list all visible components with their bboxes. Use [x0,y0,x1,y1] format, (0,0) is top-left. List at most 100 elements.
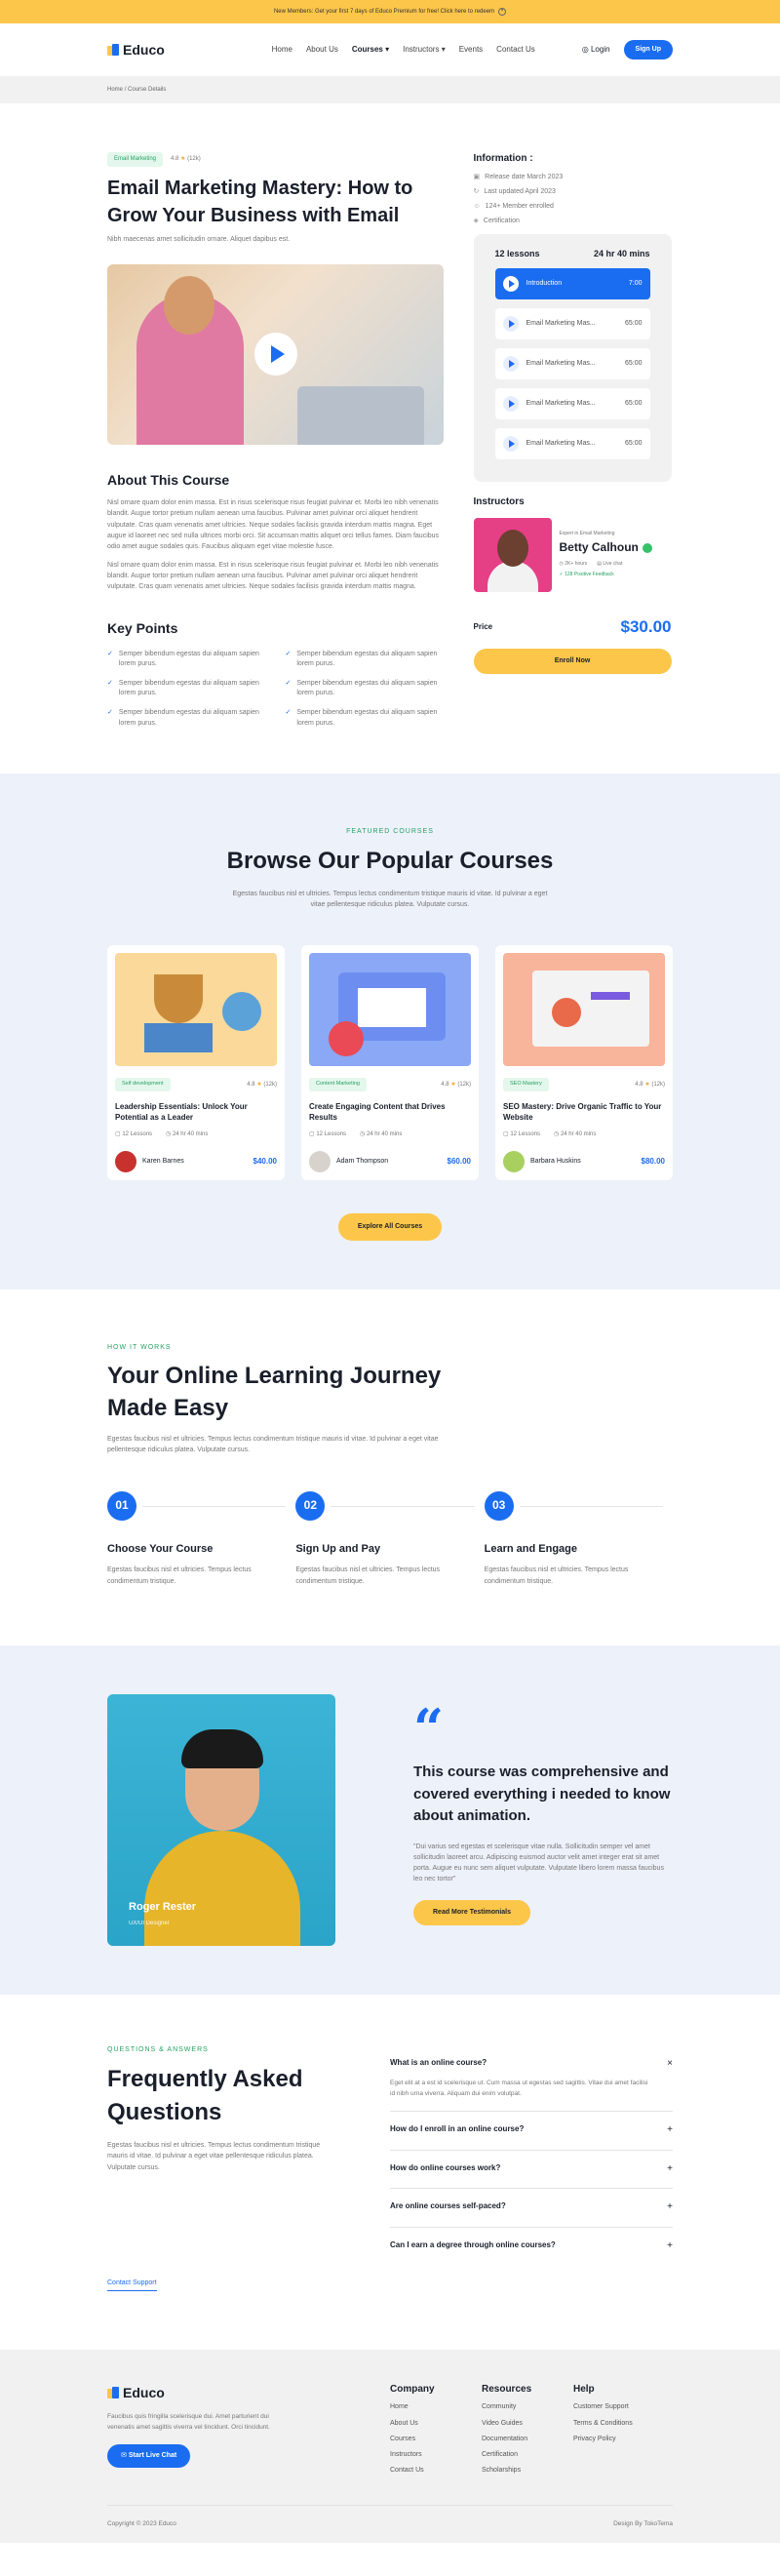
lesson-item[interactable]: Introduction 7:00 [494,268,650,300]
info-release-date: ▣ Release date March 2023 [474,173,672,182]
course-category-tag[interactable]: Email Marketing [107,152,164,167]
refresh-icon: ↻ [473,187,480,195]
footer-link[interactable]: Video Guides [482,2419,573,2429]
enroll-button[interactable]: Enroll Now [473,649,672,675]
faq-item[interactable]: How do I enroll in an online course? + [390,2112,673,2151]
nav-home[interactable]: Home [272,44,292,56]
testimonial-name: Roger Rester [129,1901,197,1914]
faq-item[interactable]: Are online courses self-paced? + [390,2189,673,2228]
section-eyebrow: FEATURED COURSES [346,827,434,835]
section-description: Egestas faucibus nisl et ultricies. Temp… [107,1436,439,1454]
play-icon [502,436,519,453]
instructor-section: Instructors Expert in Email Marketing Be… [473,495,672,592]
step-number: 03 [484,1490,514,1521]
login-link[interactable]: ◎ Login [582,44,610,56]
play-icon [502,396,519,413]
lesson-item[interactable]: Email Marketing Mas... 65:00 [494,348,650,380]
course-card-tag[interactable]: Content Marketing [309,1078,367,1092]
about-heading: About This Course [107,471,230,488]
course-video[interactable] [107,263,444,445]
video-thumbnail-laptop [297,385,424,445]
price-value: $30.00 [620,616,672,636]
course-card-price: $40.00 [253,1157,277,1167]
play-icon [502,356,519,373]
keypoint-item: ✓ Semper bibendum egestas dui aliquam sap… [107,708,266,728]
course-card-title[interactable]: SEO Mastery: Drive Organic Traffic to Yo… [503,1101,665,1123]
logo-text: Educo [123,2384,165,2400]
footer-link[interactable]: About Us [390,2419,482,2429]
step-description: Egestas faucibus nisl et ultricies. Temp… [295,1566,441,1585]
play-button[interactable] [254,333,297,376]
course-card-duration: ◷ 24 hr 40 mins [554,1131,597,1138]
plus-icon[interactable]: + [667,2200,673,2215]
plus-icon[interactable]: + [667,2162,673,2177]
design-credit[interactable]: Design By TokoTema [613,2519,673,2528]
nav-about[interactable]: About Us [306,44,338,56]
footer-link[interactable]: Contact Us [390,2466,482,2476]
keypoint-item: ✓ Semper bibendum egestas dui aliquam sap… [107,650,266,669]
nav-contact[interactable]: Contact Us [496,44,535,56]
plus-icon[interactable]: + [667,2239,673,2254]
footer-description: Faucibus quis fringilla scelerisque dui.… [107,2413,270,2431]
signup-button[interactable]: Sign Up [623,39,673,60]
course-information: Information : ▣ Release date March 2023 ↻… [474,152,672,226]
course-card-tag[interactable]: Self development [115,1078,171,1092]
plus-icon[interactable]: + [667,2123,673,2138]
footer-link[interactable]: Customer Support [573,2402,665,2412]
book-icon: ▢ [309,1131,315,1138]
contact-support-link[interactable]: Contact Support [107,2279,157,2291]
testimonial-quote: This course was comprehensive and covere… [413,1764,671,1825]
footer-link[interactable]: Community [482,2402,573,2412]
faq-item[interactable]: How do online courses work? + [390,2151,673,2190]
footer-link[interactable]: Documentation [482,2435,573,2444]
nav-instructors[interactable]: Instructors ▾ [403,44,446,56]
instructor-card[interactable]: Expert in Email Marketing Betty Calhoun … [473,517,672,592]
live-chat-button[interactable]: ✉ Start Live Chat [107,2443,191,2469]
footer-link[interactable]: Privacy Policy [573,2435,665,2444]
instructor-photo [473,517,552,592]
course-card[interactable]: Self development 4.8 ★ (12k) Leadership E… [107,945,285,1181]
announcement-text[interactable]: New Members: Get your first 7 days of Ed… [274,8,494,17]
nav-courses[interactable]: Courses ▾ [352,44,389,56]
footer-link[interactable]: Terms & Conditions [573,2419,665,2429]
info-last-updated: ↻ Last updated April 2023 [474,187,672,197]
footer-link[interactable]: Scholarships [482,2466,573,2476]
footer-link[interactable]: Instructors [390,2450,482,2460]
faq-section: QUESTIONS & ANSWERS Frequently Asked Que… [0,1995,780,2350]
footer-link[interactable]: Certification [482,2450,573,2460]
course-card[interactable]: Content Marketing 4.8 ★ (12k) Create Enga… [301,945,479,1181]
course-card-title[interactable]: Create Engaging Content that Drives Resu… [309,1101,471,1123]
explore-courses-button[interactable]: Explore All Courses [337,1213,443,1242]
price-row: Price $30.00 [474,615,672,640]
lessons-panel: 12 lessons 24 hr 40 mins Introduction 7:00… [473,234,672,483]
author-avatar [503,1151,525,1173]
instructor-chat[interactable]: ▤ Live chat [597,561,622,568]
step-title: Choose Your Course [107,1542,214,1555]
read-more-testimonials-button[interactable]: Read More Testimonials [413,1900,531,1926]
course-card-author: Adam Thompson [336,1158,389,1166]
footer-link[interactable]: Courses [390,2435,482,2444]
check-icon: ✓ [285,680,292,688]
section-title: Frequently Asked Questions [107,2066,303,2125]
nav-events[interactable]: Events [459,44,483,56]
instructor-name: Betty Calhoun [559,540,639,555]
lesson-item[interactable]: Email Marketing Mas... 65:00 [494,308,650,340]
lesson-item[interactable]: Email Marketing Mas... 65:00 [494,428,650,460]
users-icon: ☺ [473,202,481,210]
check-icon: ✓ [107,680,113,688]
close-icon[interactable]: × [498,8,507,16]
footer-logo[interactable]: Educo [107,2383,390,2402]
star-icon: ★ [180,156,186,162]
breadcrumb-home[interactable]: Home [107,87,123,93]
logo[interactable]: Educo [107,40,165,59]
footer-link[interactable]: Home [390,2402,482,2412]
course-card[interactable]: SEO Mastery 4.8 ★ (12k) SEO Mastery: Driv… [495,945,673,1181]
instructor-expertise: Expert in Email Marketing [559,531,615,537]
faq-item[interactable]: Can I earn a degree through online cours… [390,2228,673,2266]
course-card-tag[interactable]: SEO Mastery [503,1078,549,1092]
faq-item[interactable]: What is an online course? × Eget elit at … [390,2045,673,2113]
lesson-item[interactable]: Email Marketing Mas... 65:00 [494,388,650,420]
close-icon[interactable]: × [667,2057,673,2072]
keypoint-item: ✓ Semper bibendum egestas dui aliquam sap… [286,708,445,728]
course-card-title[interactable]: Leadership Essentials: Unlock Your Poten… [115,1101,277,1123]
